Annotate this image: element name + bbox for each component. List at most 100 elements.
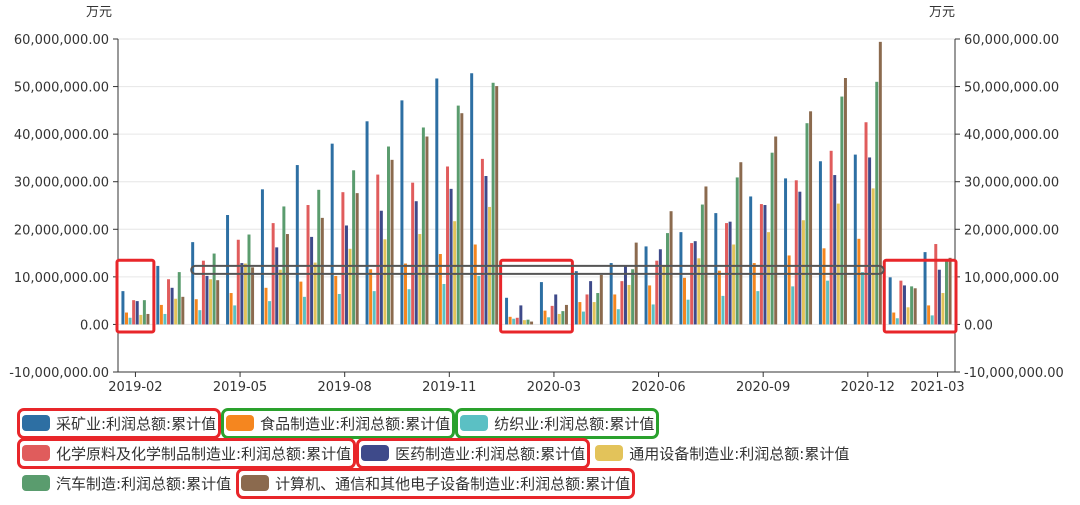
bar-8-2021-03[interactable]	[948, 257, 952, 325]
bar-5-2020-04[interactable]	[589, 281, 593, 325]
bar-5-2020-03[interactable]	[554, 294, 558, 325]
bar-2-2019-05[interactable]	[229, 293, 233, 325]
bar-7-2020-03[interactable]	[561, 311, 565, 325]
bar-1-2020-02[interactable]	[505, 297, 509, 325]
bar-1-2020-11[interactable]	[818, 161, 822, 325]
legend-item[interactable]: 通用设备制造业:利润总额:累计值	[595, 443, 849, 464]
bar-8-2020-10[interactable]	[809, 111, 813, 325]
bar-3-2020-05[interactable]	[616, 309, 620, 325]
bar-3-2020-02[interactable]	[512, 318, 516, 325]
bar-3-2020-12[interactable]	[860, 272, 864, 325]
bar-4-2019-07[interactable]	[306, 205, 310, 325]
legend-item[interactable]: 食品制造业:利润总额:累计值	[221, 407, 456, 439]
bar-5-2020-07[interactable]	[693, 241, 697, 325]
bar-1-2019-09[interactable]	[365, 121, 369, 325]
bar-7-2020-06[interactable]	[666, 233, 669, 325]
bar-8-2019-07[interactable]	[320, 217, 324, 325]
legend-item[interactable]: 医药制造业:利润总额:累计值	[356, 437, 591, 469]
bar-8-2019-11[interactable]	[460, 113, 464, 325]
bar-6-2020-10[interactable]	[801, 220, 805, 325]
bar-4-2020-03[interactable]	[550, 305, 554, 325]
bar-2-2020-02[interactable]	[508, 316, 512, 325]
bar-3-2019-03[interactable]	[163, 313, 167, 325]
bar-3-2020-09[interactable]	[756, 291, 760, 325]
bar-4-2020-05[interactable]	[620, 281, 624, 325]
bar-4-2020-06[interactable]	[655, 260, 659, 325]
bar-5-2020-12[interactable]	[868, 157, 872, 325]
bar-1-2019-08[interactable]	[330, 143, 334, 325]
bar-6-2019-09[interactable]	[383, 239, 387, 325]
bar-4-2019-04[interactable]	[201, 260, 205, 325]
bar-3-2021-02[interactable]	[895, 318, 899, 325]
bar-4-2020-10[interactable]	[794, 180, 798, 325]
bar-6-2019-02[interactable]	[139, 314, 143, 325]
bar-2-2020-08[interactable]	[717, 270, 721, 325]
bar-5-2020-06[interactable]	[658, 249, 662, 325]
bar-2-2019-10[interactable]	[404, 263, 407, 325]
bar-6-2020-05[interactable]	[627, 284, 631, 325]
bar-8-2020-04[interactable]	[599, 274, 603, 325]
bar-2-2019-08[interactable]	[334, 275, 338, 325]
legend-item[interactable]: 计算机、通信和其他电子设备制造业:利润总额:累计值	[236, 467, 636, 499]
bar-3-2019-02[interactable]	[128, 317, 132, 325]
bar-6-2020-11[interactable]	[836, 203, 840, 325]
legend-item[interactable]: 化学原料及化学制品制造业:利润总额:累计值	[16, 437, 357, 469]
bar-8-2020-12[interactable]	[878, 41, 882, 325]
bar-3-2021-03[interactable]	[930, 315, 934, 325]
bar-2-2020-04[interactable]	[578, 302, 582, 325]
bar-6-2020-03[interactable]	[557, 313, 561, 325]
bar-8-2021-02[interactable]	[913, 288, 917, 325]
bar-6-2021-02[interactable]	[906, 307, 910, 325]
bar-2-2020-11[interactable]	[822, 248, 826, 325]
bar-4-2020-12[interactable]	[864, 122, 868, 325]
bar-6-2020-02[interactable]	[522, 320, 526, 325]
bar-1-2020-09[interactable]	[749, 196, 753, 325]
bar-1-2020-10[interactable]	[784, 178, 788, 325]
bar-7-2019-07[interactable]	[317, 189, 321, 325]
bar-3-2019-11[interactable]	[442, 283, 446, 325]
bar-8-2020-02[interactable]	[530, 321, 534, 325]
bar-3-2019-10[interactable]	[407, 289, 411, 325]
bar-4-2021-02[interactable]	[899, 280, 903, 325]
bar-8-2019-09[interactable]	[390, 159, 394, 325]
bar-6-2019-11[interactable]	[453, 221, 457, 325]
bar-4-2020-07[interactable]	[690, 243, 694, 325]
bar-4-2020-02[interactable]	[515, 317, 519, 325]
bar-6-2020-04[interactable]	[592, 302, 596, 325]
bar-3-2019-04[interactable]	[198, 310, 202, 325]
bar-2-2019-07[interactable]	[299, 281, 303, 325]
bar-6-2019-07[interactable]	[313, 262, 317, 325]
bar-7-2019-02[interactable]	[142, 300, 146, 325]
bar-2-2019-11[interactable]	[438, 254, 442, 325]
bar-1-2019-03[interactable]	[156, 265, 160, 325]
bar-8-2019-12[interactable]	[495, 86, 499, 325]
legend-item[interactable]: 纺织业:利润总额:累计值	[455, 407, 660, 439]
bar-8-2020-08[interactable]	[739, 162, 743, 325]
bar-7-2021-03[interactable]	[945, 260, 948, 325]
bar-8-2020-03[interactable]	[564, 304, 568, 325]
bar-5-2020-11[interactable]	[833, 175, 837, 325]
bar-6-2020-07[interactable]	[697, 258, 701, 325]
bar-1-2020-08[interactable]	[714, 213, 718, 325]
bar-4-2019-05[interactable]	[236, 239, 240, 325]
bar-7-2019-09[interactable]	[387, 146, 390, 325]
bar-3-2019-07[interactable]	[302, 296, 306, 325]
bar-8-2019-03[interactable]	[181, 296, 185, 325]
bar-2-2020-12[interactable]	[857, 238, 861, 325]
bar-5-2020-09[interactable]	[763, 205, 767, 325]
bar-5-2019-09[interactable]	[379, 210, 383, 325]
bar-1-2019-06[interactable]	[260, 189, 264, 325]
bar-3-2020-03[interactable]	[547, 317, 551, 325]
bar-1-2019-12[interactable]	[470, 73, 474, 325]
bar-5-2019-11[interactable]	[449, 188, 453, 325]
bar-7-2019-03[interactable]	[177, 272, 181, 325]
bar-5-2019-03[interactable]	[170, 287, 174, 325]
bar-8-2019-06[interactable]	[285, 234, 289, 325]
bar-7-2020-08[interactable]	[735, 177, 739, 325]
bar-6-2019-10[interactable]	[418, 234, 422, 325]
bar-8-2019-08[interactable]	[355, 193, 359, 325]
bar-4-2019-02[interactable]	[132, 300, 136, 325]
bar-1-2019-02[interactable]	[121, 291, 125, 325]
bar-2-2019-06[interactable]	[264, 287, 268, 325]
bar-3-2019-05[interactable]	[233, 305, 237, 325]
